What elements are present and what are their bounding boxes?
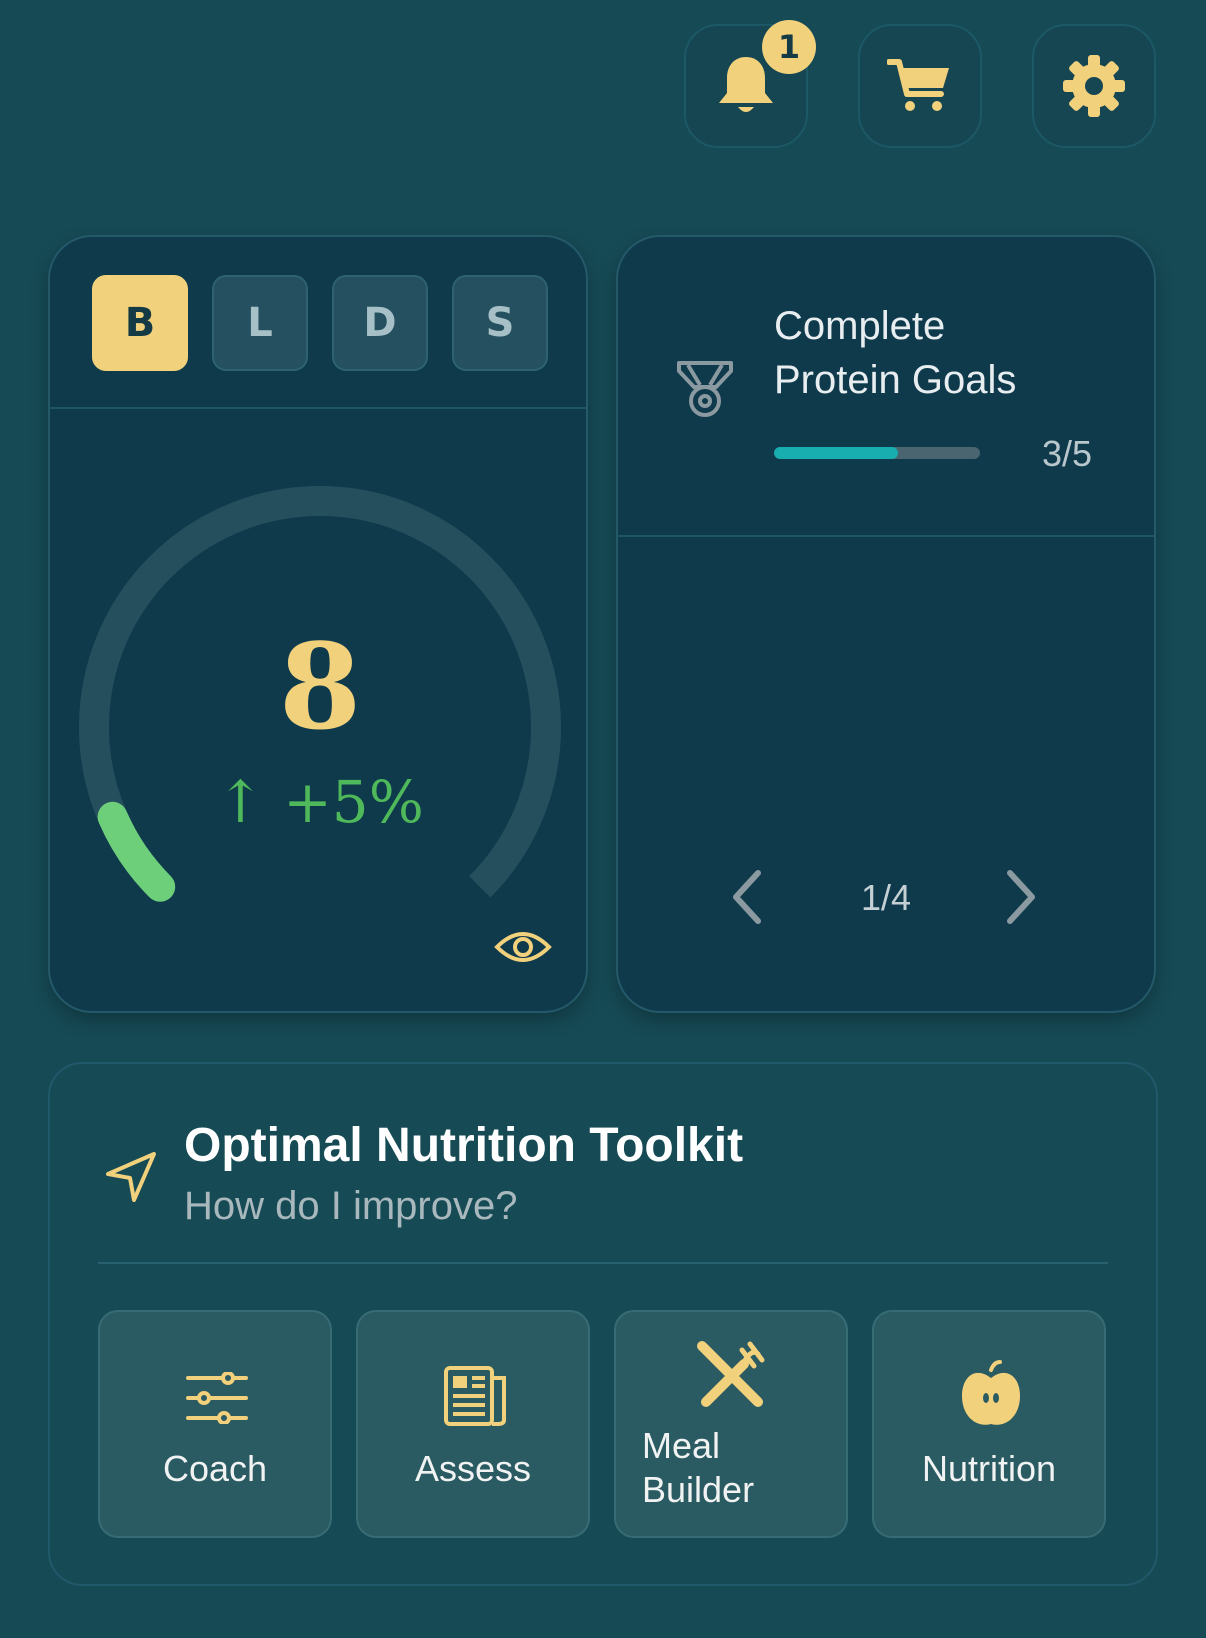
goal-divider <box>618 535 1154 537</box>
navigation-arrow-icon <box>106 1152 156 1202</box>
medal-icon <box>677 361 733 417</box>
coach-button[interactable]: Coach <box>98 1310 332 1538</box>
score-change: ↑ +5% <box>216 768 424 836</box>
goal-title: Complete Protein Goals <box>774 299 1016 407</box>
newspaper-icon <box>444 1366 506 1426</box>
meal-tab-dinner[interactable]: D <box>332 275 428 371</box>
meal-builder-button[interactable]: Meal Builder <box>614 1310 848 1538</box>
meal-builder-label: Meal Builder <box>642 1424 754 1512</box>
goal-card: Complete Protein Goals 3/5 1/4 <box>616 235 1156 1013</box>
assess-label: Assess <box>414 1448 532 1489</box>
goal-progress-text: 3/5 <box>1042 433 1093 474</box>
meal-tab-snack[interactable]: S <box>452 275 548 371</box>
eye-icon[interactable] <box>494 927 552 967</box>
toolkit-subtitle: How do I improve? <box>184 1184 518 1228</box>
meal-builder-label-line2: Builder <box>642 1469 755 1510</box>
goal-title-line2: Protein Goals <box>774 358 1017 402</box>
apple-icon <box>962 1360 1020 1425</box>
goal-progress-fill <box>774 447 898 459</box>
coach-label: Coach <box>162 1448 268 1489</box>
meal-tab-lunch[interactable]: L <box>212 275 308 371</box>
goal-title-line1: Complete <box>774 304 946 348</box>
assess-button[interactable]: Assess <box>356 1310 590 1538</box>
notifications-button[interactable]: 1 <box>684 20 816 148</box>
sliders-icon <box>186 1372 248 1424</box>
utensils-icon <box>697 1341 765 1407</box>
cart-button[interactable] <box>858 24 982 148</box>
goal-progress-bar <box>774 447 980 459</box>
nutrition-button[interactable]: Nutrition <box>872 1310 1106 1538</box>
meal-score-card: B L D S 8 ↑ +5% <box>48 235 588 1013</box>
pager-indicator: 1/4 <box>860 877 912 918</box>
meal-score-value: 8 <box>278 617 362 756</box>
meal-tab-breakfast[interactable]: B <box>92 275 188 371</box>
gear-icon <box>1063 55 1125 117</box>
toolkit-title: Optimal Nutrition Toolkit <box>184 1119 744 1172</box>
nutrition-label: Nutrition <box>921 1448 1057 1489</box>
cart-icon <box>887 59 949 111</box>
notification-badge: 1 <box>762 20 816 74</box>
toolkit-divider <box>98 1262 1108 1264</box>
nutrition-toolkit-panel: Optimal Nutrition Toolkit How do I impro… <box>48 1062 1158 1586</box>
card-divider <box>50 407 586 409</box>
meal-builder-label-line1: Meal <box>642 1425 721 1466</box>
chevron-right-icon[interactable] <box>1002 867 1042 927</box>
settings-button[interactable] <box>1032 24 1156 148</box>
